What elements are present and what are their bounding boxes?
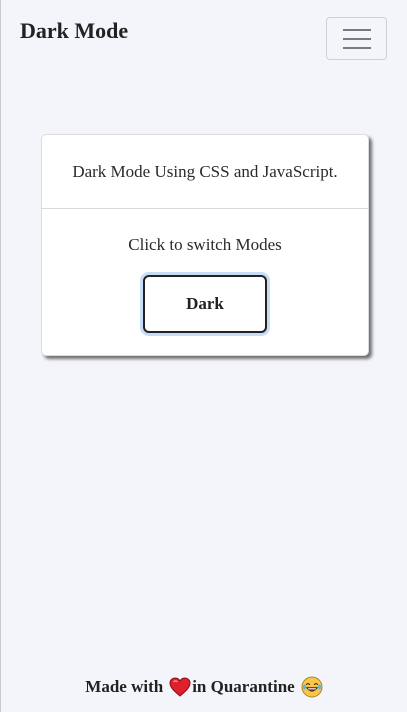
hamburger-menu-icon-bar [342,37,371,40]
footer-prefix: Made with [85,677,164,696]
card-header-text: Dark Mode Using CSS and JavaScript. [72,161,338,181]
footer-suffix: in Quarantine [192,677,295,696]
menu-toggle-button[interactable] [326,17,387,60]
card-header: Dark Mode Using CSS and JavaScript. [42,135,368,209]
card-body: Click to switch Modes [42,235,368,255]
footer: Made with in Quarantine [1,676,407,698]
red-heart-icon [169,677,191,697]
dark-mode-toggle-button[interactable]: Dark [143,275,267,333]
tears-of-joy-emoji-icon [301,676,323,698]
instruction-text: Click to switch Modes [128,235,282,254]
mode-card: Dark Mode Using CSS and JavaScript. Clic… [41,134,369,356]
hamburger-menu-icon-bar [342,46,371,49]
brand-title[interactable]: Dark Mode [20,18,128,44]
hamburger-menu-icon [342,28,371,31]
